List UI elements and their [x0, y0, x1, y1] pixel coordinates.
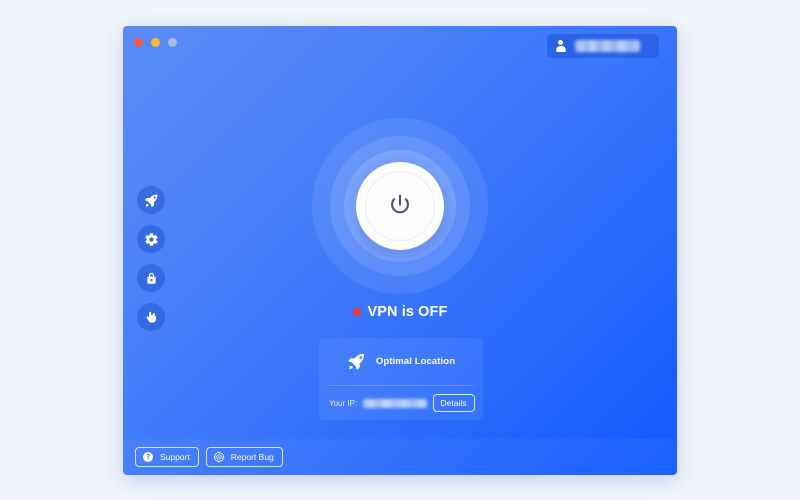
location-card[interactable]: Optimal Location Your IP: ███.██.███.██ …	[319, 338, 483, 420]
details-button[interactable]: Details	[432, 394, 475, 412]
vpn-app-window: █████████	[123, 26, 677, 475]
minimize-button[interactable]	[151, 38, 160, 47]
ip-label: Your IP:	[329, 398, 358, 408]
question-circle-icon	[143, 452, 153, 462]
rocket-icon	[348, 354, 364, 370]
title-bar: █████████	[123, 26, 677, 66]
status-label: VPN is OFF	[367, 304, 448, 320]
location-header: Optimal Location	[319, 338, 483, 385]
close-button[interactable]	[134, 38, 143, 47]
power-icon	[391, 194, 409, 214]
bug-target-icon	[213, 451, 225, 463]
report-bug-label: Report Bug	[230, 451, 274, 462]
account-badge[interactable]: █████████	[547, 34, 659, 58]
maximize-button[interactable]	[168, 38, 177, 47]
support-button[interactable]: Support	[135, 447, 199, 467]
connection-status: VPN is OFF	[123, 304, 677, 320]
user-icon	[555, 40, 566, 52]
location-title: Optimal Location	[375, 356, 456, 367]
report-bug-button[interactable]: Report Bug	[205, 447, 283, 467]
status-indicator-dot	[352, 308, 361, 316]
ip-value: ███.██.███.██	[363, 398, 427, 408]
power-area	[123, 86, 677, 326]
traffic-lights	[134, 38, 177, 47]
account-username: █████████	[575, 40, 640, 52]
bottom-bar: Support Report Bug	[123, 439, 677, 475]
ip-row: Your IP: ███.██.███.██ Details	[319, 386, 483, 420]
support-label: Support	[160, 451, 190, 462]
power-toggle-button[interactable]	[356, 162, 444, 250]
